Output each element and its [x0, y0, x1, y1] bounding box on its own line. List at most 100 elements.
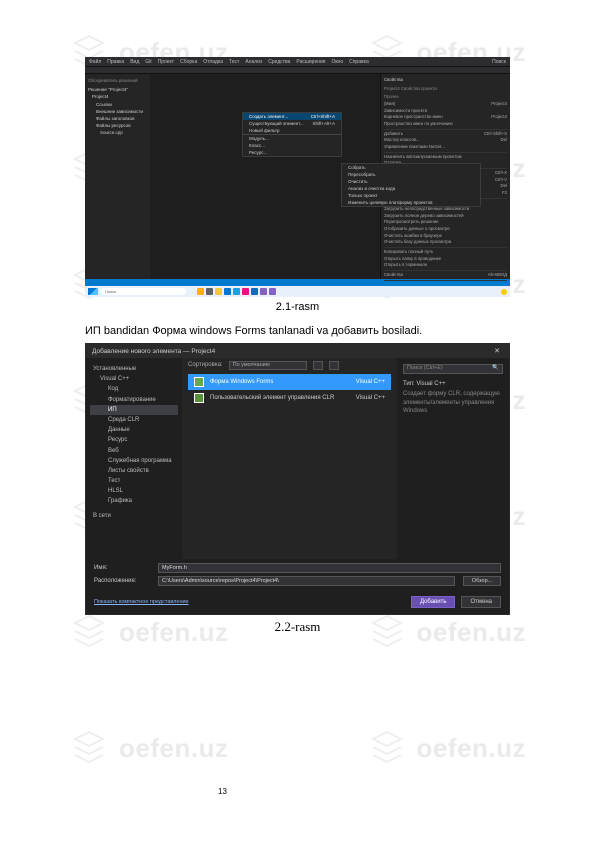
ctx-item[interactable]: Создать элемент...Ctrl+Shift+A	[243, 113, 341, 120]
sort-dropdown[interactable]: По умолчанию	[229, 361, 307, 370]
menu-item[interactable]: Вид	[130, 59, 139, 65]
add-button[interactable]: Добавить	[411, 596, 456, 608]
props-row[interactable]: Зависимости проекта	[384, 108, 507, 115]
props-row[interactable]: Управление пакетами NuGet...	[384, 144, 507, 151]
template-name: Форма Windows Forms	[210, 379, 273, 385]
props-row[interactable]: Загрузить полное дерево зависимостей	[384, 213, 507, 220]
ctx-item[interactable]: Очистить	[342, 178, 480, 185]
tree-item[interactable]: Веб	[90, 446, 178, 456]
menu-item[interactable]: Правка	[107, 59, 124, 65]
app-icon[interactable]	[269, 288, 276, 295]
props-row[interactable]: Корневое пространство именProject4	[384, 114, 507, 121]
taskbar-search[interactable]: Поиск	[101, 288, 186, 295]
tree-node[interactable]: Source.cpp	[88, 129, 147, 136]
tree-item[interactable]: Служебная программа	[90, 456, 178, 466]
app-icon[interactable]	[215, 288, 222, 295]
tree-item[interactable]: Ресурс	[90, 435, 178, 445]
tree-node[interactable]: Файлы ресурсов	[88, 122, 147, 129]
props-row[interactable]: Загрузить непосредственные зависимости	[384, 206, 507, 213]
project-node[interactable]: Project4	[88, 93, 147, 100]
tree-online[interactable]: В сети	[90, 511, 178, 521]
ctx-item[interactable]: Изменить целевую платформу проектов	[342, 199, 480, 206]
props-row[interactable]: Перепросмотреть решение	[384, 219, 507, 226]
template-lang: Visual C++	[356, 379, 385, 385]
tree-item[interactable]: Среда CLR	[90, 415, 178, 425]
props-row[interactable]: Назначить автозапускаемым проектом	[384, 154, 507, 161]
template-item[interactable]: Форма Windows Forms Visual C++	[188, 374, 391, 390]
dialog-footer: Показать компактное представление Добави…	[86, 593, 509, 614]
tree-node[interactable]: Внешние зависимости	[88, 108, 147, 115]
props-row[interactable]: (Имя)Project4	[384, 101, 507, 108]
name-input[interactable]: MyForm.h	[158, 563, 501, 573]
cancel-button[interactable]: Отмена	[461, 596, 501, 608]
menu-item[interactable]: Расширения	[296, 59, 325, 65]
ctx-item[interactable]: Существующий элемент...Shift+Alt+A	[243, 120, 341, 127]
props-row[interactable]: Открыть папку в проводнике	[384, 256, 507, 263]
app-icon[interactable]	[197, 288, 204, 295]
props-row[interactable]: СвойстваAlt+ВВОД	[384, 272, 507, 279]
props-row[interactable]: Открыть в терминале	[384, 262, 507, 269]
tree-item[interactable]: Листы свойств	[90, 466, 178, 476]
menu-item[interactable]: Файл	[89, 59, 101, 65]
search-input[interactable]: Поиск (Ctrl+E) 🔍	[403, 364, 503, 374]
app-icon[interactable]	[233, 288, 240, 295]
location-input[interactable]: C:\Users\Admin\source\repos\Project4\Pro…	[158, 576, 455, 586]
props-row[interactable]: ДобавитьCtrl+Shift+X	[384, 131, 507, 138]
ctx-item[interactable]: Только проект	[342, 192, 480, 199]
tree-root[interactable]: Установленные	[90, 364, 178, 374]
view-mode-button[interactable]	[329, 361, 339, 370]
ctx-item[interactable]: Ресурс...	[243, 149, 341, 156]
start-icon[interactable]	[88, 288, 98, 295]
ctx-item[interactable]: Анализ и очистка кода	[342, 185, 480, 192]
tree-item[interactable]: Тест	[90, 476, 178, 486]
tree-item[interactable]: Форматирование	[90, 395, 178, 405]
app-icon[interactable]	[251, 288, 258, 295]
menu-item[interactable]: Справка	[349, 59, 369, 65]
app-icon[interactable]	[260, 288, 267, 295]
menu-item[interactable]: Git	[145, 59, 151, 65]
browse-button[interactable]: Обзор...	[463, 576, 501, 586]
solution-node[interactable]: Решение "Project4"	[88, 86, 147, 93]
props-row[interactable]: Очистить базу данных просмотра	[384, 239, 507, 246]
app-icon[interactable]	[242, 288, 249, 295]
menu-item[interactable]: Отладка	[203, 59, 223, 65]
ctx-item[interactable]: Пересобрать	[342, 171, 480, 178]
tree-item[interactable]: Графика	[90, 496, 178, 506]
sun-icon	[501, 289, 507, 295]
props-row[interactable]: Пространство имен по умолчанию	[384, 121, 507, 128]
ctx-item[interactable]: Модуль...	[243, 135, 341, 142]
close-icon[interactable]: ✕	[491, 346, 503, 356]
tree-item[interactable]: Visual C++	[90, 374, 178, 384]
explorer-title: Обозреватель решений	[88, 77, 147, 84]
vs-search[interactable]: Поиск	[492, 59, 506, 65]
menu-item[interactable]: Тест	[229, 59, 239, 65]
props-subtitle: Project4 Свойства проекта	[384, 86, 507, 93]
tree-item[interactable]: Данные	[90, 425, 178, 435]
ctx-item[interactable]: Класс...	[243, 142, 341, 149]
ctx-item[interactable]: Собрать	[342, 164, 480, 171]
app-icon[interactable]	[224, 288, 231, 295]
ctx-item[interactable]: Новый фильтр	[243, 127, 341, 134]
app-icon[interactable]	[206, 288, 213, 295]
description-panel: Поиск (Ctrl+E) 🔍 Тип: Visual C++ Создает…	[397, 358, 509, 559]
compact-view-link[interactable]: Показать компактное представление	[94, 599, 189, 605]
menu-item[interactable]: Сборка	[180, 59, 197, 65]
taskbar-weather[interactable]	[501, 289, 507, 295]
template-item[interactable]: Пользовательский элемент управления CLR …	[188, 390, 391, 406]
tree-item-selected[interactable]: ИП	[90, 405, 178, 415]
props-row[interactable]: Мастер классов...Del	[384, 137, 507, 144]
menu-item[interactable]: Окно	[331, 59, 343, 65]
props-row[interactable]: Отобразить данные о просмотре	[384, 226, 507, 233]
menu-item[interactable]: Анализ	[245, 59, 262, 65]
view-mode-button[interactable]	[313, 361, 323, 370]
tree-node[interactable]: Файлы заголовков	[88, 115, 147, 122]
menu-item[interactable]: Проект	[158, 59, 174, 65]
tree-item[interactable]: Код	[90, 384, 178, 394]
props-row[interactable]: Копировать полный путь	[384, 249, 507, 256]
tree-item[interactable]: HLSL	[90, 486, 178, 496]
props-row[interactable]: Очистить ошибки в браузере	[384, 233, 507, 240]
form-icon	[194, 393, 204, 403]
tree-node[interactable]: Ссылки	[88, 101, 147, 108]
menu-item[interactable]: Средства	[268, 59, 290, 65]
vs-menubar: Файл Правка Вид Git Проект Сборка Отладк…	[85, 57, 510, 66]
